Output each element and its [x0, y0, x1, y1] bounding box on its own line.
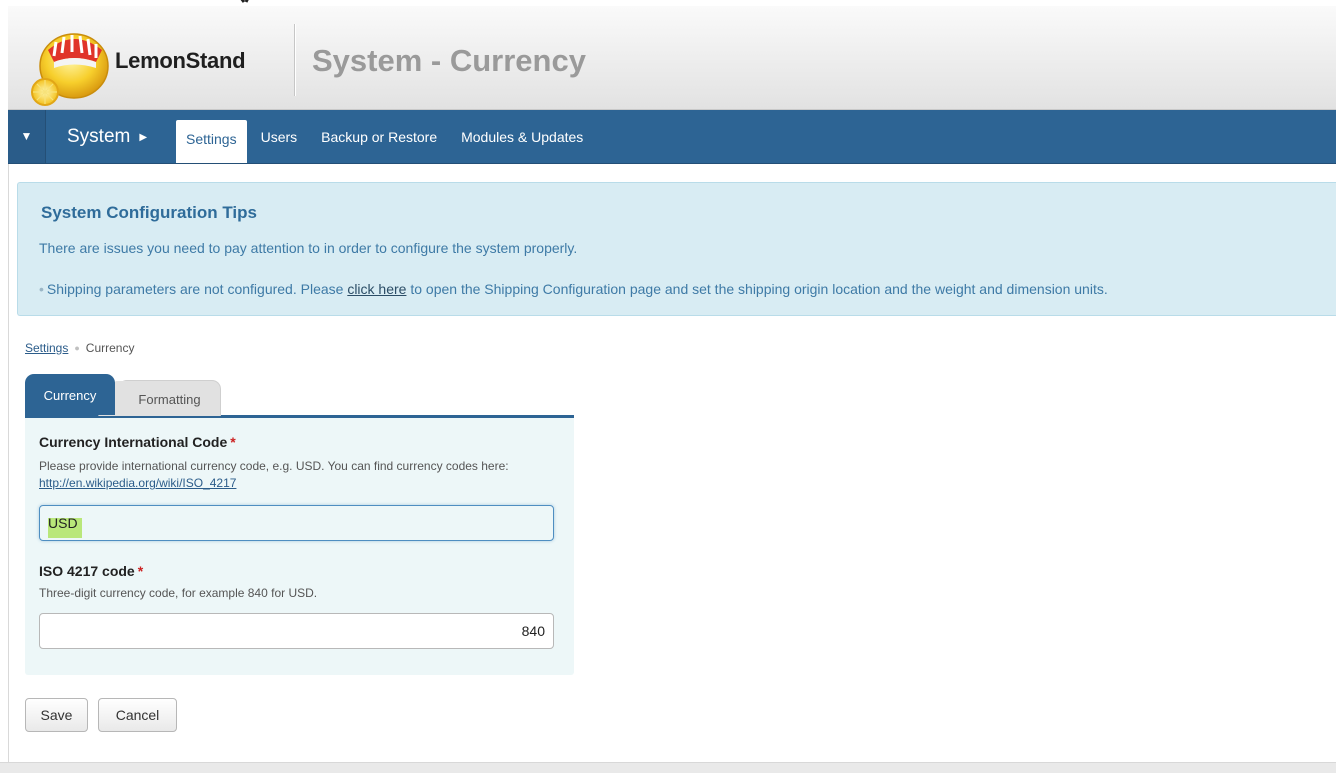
config-tips-panel: System Configuration Tips There are issu…: [17, 182, 1336, 316]
nav-items: Settings Users Backup or Restore Modules…: [176, 110, 597, 163]
app-header: LemonStand System - Currency: [8, 6, 1336, 110]
iso-code-input[interactable]: [39, 613, 554, 649]
nav-item-settings[interactable]: Settings: [176, 120, 247, 163]
breadcrumb-separator-icon: ●: [74, 343, 80, 353]
tips-bullet-before: Shipping parameters are not configured. …: [46, 281, 348, 297]
main-nav: ▼ System ▶ Settings Users Backup or Resto…: [8, 110, 1336, 164]
lemonstand-logo-icon: [31, 33, 109, 106]
currency-code-help-text: Please provide international currency co…: [39, 459, 509, 473]
currency-code-label-text: Currency International Code: [39, 434, 228, 450]
required-marker: *: [230, 434, 236, 450]
nav-section-system[interactable]: System ▶: [67, 110, 147, 163]
breadcrumb-current: Currency: [85, 341, 135, 355]
tips-title: System Configuration Tips: [41, 203, 257, 222]
required-marker: *: [137, 563, 144, 579]
iso-code-label-text: ISO 4217 code: [39, 563, 135, 579]
iso-code-help: Three-digit currency code, for example 8…: [39, 586, 318, 600]
iso-code-label: ISO 4217 code *: [39, 563, 143, 579]
partial-glyph-icon: [240, 0, 249, 3]
currency-form: Currency International Code * Please prov…: [25, 418, 574, 675]
tips-bullet-after: to open the Shipping Configuration page …: [406, 281, 1108, 297]
currency-code-input[interactable]: [39, 505, 554, 541]
currency-code-help: Please provide international currency co…: [39, 458, 559, 492]
form-tabs: Formatting Currency: [25, 374, 574, 418]
breadcrumb: Settings ● Currency: [25, 341, 134, 355]
nav-item-modules-updates[interactable]: Modules & Updates: [451, 120, 593, 155]
triangle-down-icon: ▼: [20, 129, 33, 143]
nav-section-label: System: [67, 126, 131, 147]
bullet-icon: •: [39, 281, 44, 297]
cancel-button[interactable]: Cancel: [98, 698, 177, 732]
header-divider: [294, 24, 295, 96]
breadcrumb-settings-link[interactable]: Settings: [25, 341, 68, 355]
brand-name: LemonStand: [115, 48, 246, 73]
nav-toggle-button[interactable]: ▼: [8, 110, 46, 163]
iso-4217-wiki-link[interactable]: http://en.wikipedia.org/wiki/ISO_4217: [39, 476, 236, 490]
tips-bullet: • Shipping parameters are not configured.…: [39, 281, 1108, 297]
nav-item-backup-restore[interactable]: Backup or Restore: [311, 120, 447, 155]
save-button[interactable]: Save: [25, 698, 88, 732]
page-title: System - Currency: [312, 43, 586, 78]
currency-code-label: Currency International Code *: [39, 434, 236, 450]
triangle-right-icon: ▶: [139, 132, 148, 143]
shipping-config-link[interactable]: click here: [347, 281, 406, 297]
tab-currency[interactable]: Currency: [25, 374, 115, 415]
nav-item-users[interactable]: Users: [251, 120, 308, 155]
bottom-strip: [0, 762, 1336, 773]
tips-text: There are issues you need to pay attenti…: [39, 240, 578, 256]
tab-formatting[interactable]: Formatting: [118, 380, 221, 416]
